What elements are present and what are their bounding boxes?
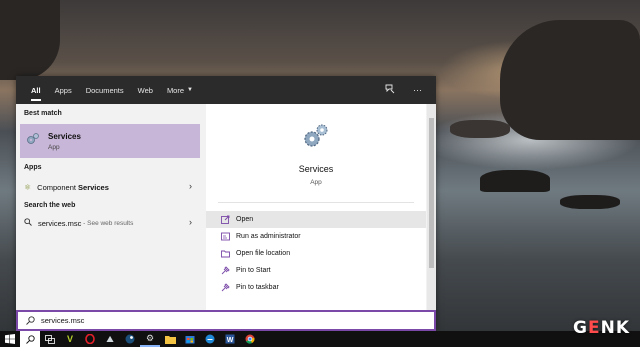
steam-icon[interactable] [120, 331, 140, 347]
word-icon[interactable]: W [220, 331, 240, 347]
preview-subtitle: App [310, 179, 322, 186]
more-options-icon[interactable]: ··· [413, 85, 422, 95]
file-explorer-icon[interactable] [160, 331, 180, 347]
wallpaper-rock-right [500, 20, 640, 140]
action-label: Open [236, 216, 254, 223]
action-label: Pin to taskbar [236, 284, 279, 291]
search-box[interactable] [16, 310, 436, 331]
search-icon [24, 218, 32, 228]
shield-icon [220, 232, 230, 242]
list-item-component-services[interactable]: ⚛ Component Services › [20, 176, 200, 198]
watermark-e: E [587, 318, 601, 338]
photos-icon[interactable]: ⛰ [100, 331, 120, 347]
action-label: Run as administrator [236, 233, 301, 240]
opera-icon[interactable] [80, 331, 100, 347]
start-search-panel: All Apps Documents Web More ▼ ··· Best ma… [16, 76, 436, 331]
search-icon[interactable] [20, 331, 40, 347]
search-web-header: Search the web [24, 202, 76, 209]
tab-web[interactable]: Web [131, 76, 160, 104]
action-open-file-location[interactable]: Open file location [206, 245, 426, 262]
action-label: Pin to Start [236, 267, 271, 274]
windows-start-icon[interactable] [0, 331, 20, 347]
edge-icon[interactable] [200, 331, 220, 347]
chevron-right-icon[interactable]: › [189, 217, 192, 227]
wallpaper-rock-shore [480, 170, 550, 192]
action-pin-to-start[interactable]: Pin to Start [206, 262, 426, 279]
app-name-prefix: Component [37, 182, 79, 192]
svg-text:W: W [227, 337, 234, 344]
web-query: services.msc [38, 218, 82, 228]
apps-header: Apps [24, 164, 42, 171]
tab-apps[interactable]: Apps [48, 76, 79, 104]
list-item-web-search[interactable]: services.msc - See web results › [20, 212, 200, 234]
wallpaper-rock-shore-2 [560, 195, 620, 209]
best-match-header: Best match [24, 110, 62, 117]
search-icon [26, 312, 35, 330]
watermark-nk: NK [600, 318, 630, 338]
chevron-right-icon[interactable]: › [189, 181, 192, 191]
action-label: Open file location [236, 250, 291, 257]
tab-all-label: All [31, 85, 41, 95]
best-match-type: App [48, 143, 60, 151]
pin-icon [220, 266, 230, 276]
pin-icon [220, 283, 230, 293]
gears-icon [302, 122, 330, 150]
preview-title: Services [298, 164, 334, 174]
tab-apps-label: Apps [54, 85, 72, 95]
scrollbar[interactable] [427, 104, 436, 310]
store-icon[interactable] [180, 331, 200, 347]
scrollbar-thumb[interactable] [429, 118, 434, 268]
best-match-item[interactable]: Services App [20, 124, 200, 158]
app-name-highlight: Services [78, 182, 109, 192]
preview-pane: Services App Open Run as administrator O… [206, 104, 426, 310]
action-run-as-admin[interactable]: Run as administrator [206, 228, 426, 245]
open-icon [220, 215, 230, 225]
genk-watermark-logo: GENK [573, 318, 630, 338]
component-services-icon: ⚛ [24, 182, 32, 192]
feedback-icon[interactable] [385, 84, 395, 96]
wallpaper-rock-left [0, 0, 60, 80]
wallpaper-rock-shore-3 [450, 120, 510, 138]
folder-icon [220, 249, 230, 259]
best-match-name: Services [48, 131, 81, 141]
divider [218, 202, 414, 203]
settings-icon[interactable]: ⚙ [140, 331, 160, 347]
tab-documents-label: Documents [85, 85, 124, 95]
tab-all[interactable]: All [24, 76, 48, 104]
search-input[interactable] [41, 316, 401, 325]
action-open[interactable]: Open [206, 211, 426, 228]
gears-icon [26, 132, 40, 151]
action-pin-to-taskbar[interactable]: Pin to taskbar [206, 279, 426, 296]
results-list: Best match Services App Apps ⚛ Component… [16, 104, 204, 310]
tab-web-label: Web [137, 85, 153, 95]
web-suffix: - See web results [81, 219, 134, 227]
search-filter-bar: All Apps Documents Web More ▼ ··· [16, 76, 436, 104]
tab-documents[interactable]: Documents [79, 76, 131, 104]
tab-more-label: More [166, 85, 185, 95]
task-view-icon[interactable] [40, 331, 60, 347]
watermark-g: G [573, 318, 588, 338]
tab-more[interactable]: More ▼ [160, 76, 200, 104]
app-v-icon[interactable]: V [60, 331, 80, 347]
taskbar: V ⛰ ⚙ W [0, 331, 640, 347]
chrome-icon[interactable] [240, 331, 260, 347]
chevron-down-icon: ▼ [187, 87, 193, 93]
